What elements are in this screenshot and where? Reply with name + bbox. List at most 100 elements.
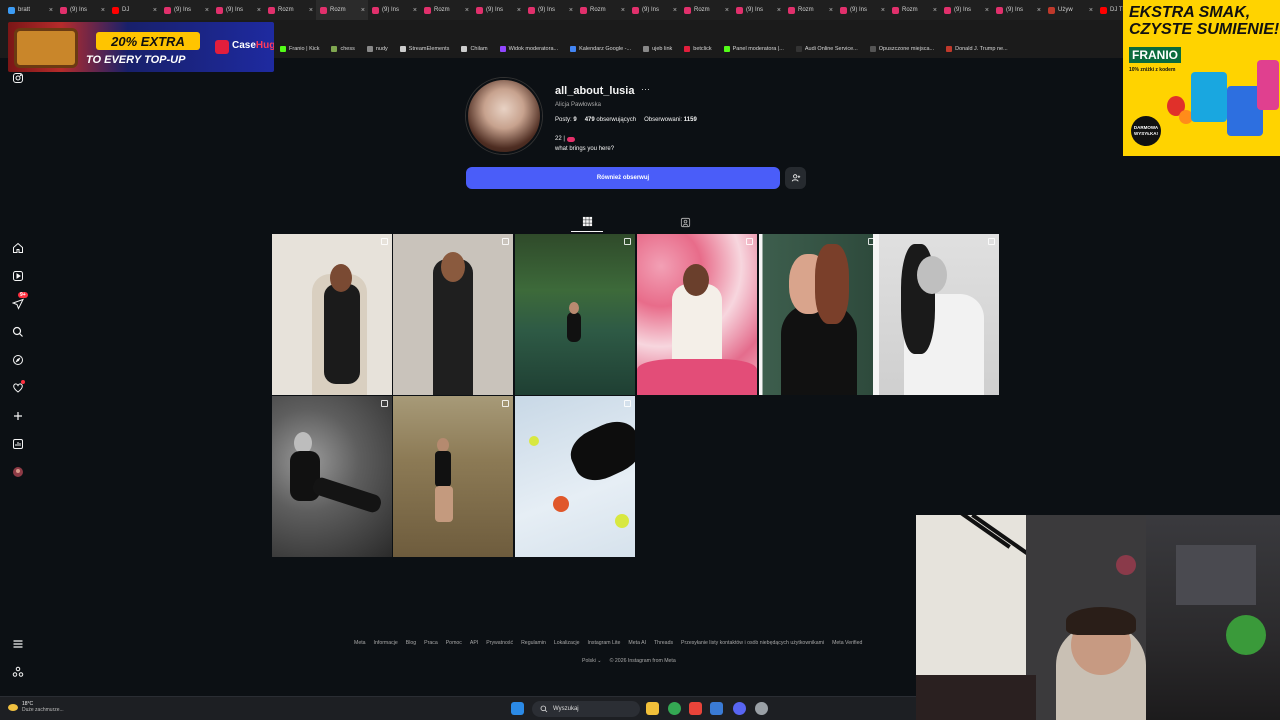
browser-tab[interactable]: DJ × [108, 0, 160, 20]
bookmark-item[interactable]: Opuszczone miejsca... [869, 46, 934, 52]
dashboard-icon[interactable] [10, 436, 26, 452]
browser-tab[interactable]: (9) Ins × [212, 0, 264, 20]
browser-tab[interactable]: Rozm × [784, 0, 836, 20]
close-tab-icon[interactable]: × [829, 7, 833, 14]
footer-link[interactable]: Instagram Lite [588, 640, 621, 646]
bookmark-item[interactable]: Donald J. Trump ne... [946, 46, 1008, 52]
post-thumbnail[interactable] [515, 234, 635, 395]
browser-tab[interactable]: Używ × [1044, 0, 1096, 20]
close-tab-icon[interactable]: × [465, 7, 469, 14]
browser-tab[interactable]: (9) Ins × [56, 0, 108, 20]
app-icon[interactable] [689, 702, 702, 715]
bookmark-item[interactable]: nudy [366, 46, 388, 52]
browser-tab[interactable]: (9) Ins × [940, 0, 992, 20]
footer-link[interactable]: Przesyłanie listy kontaktów i osób niebę… [681, 640, 824, 646]
post-thumbnail[interactable] [515, 396, 635, 557]
bookmark-item[interactable]: Panel moderatora |... [723, 46, 784, 52]
browser-tab[interactable]: (9) Ins × [368, 0, 420, 20]
suggested-users-button[interactable] [785, 167, 806, 189]
close-tab-icon[interactable]: × [881, 7, 885, 14]
casehug-ad-banner[interactable]: 20% EXTRA TO EVERY TOP-UP CaseHug [8, 22, 274, 72]
close-tab-icon[interactable]: × [1089, 7, 1093, 14]
more-options-icon[interactable]: ··· [641, 84, 650, 94]
following-stat[interactable]: 479 obserwujących [585, 117, 636, 123]
instagram-logo-icon[interactable] [10, 70, 26, 86]
bookmark-item[interactable]: StreamElements [399, 46, 449, 52]
footer-link[interactable]: Lokalizacje [554, 640, 580, 646]
browser-tab[interactable]: Rozm × [576, 0, 628, 20]
profile-avatar[interactable] [466, 78, 542, 154]
footer-link[interactable]: Pomoc [446, 640, 462, 646]
close-tab-icon[interactable]: × [777, 7, 781, 14]
menu-hamburger-icon[interactable] [10, 636, 26, 652]
bookmark-item[interactable]: chess [331, 46, 355, 52]
followers-stat[interactable]: Obserwowani: 1159 [644, 117, 697, 123]
browser-tab[interactable]: Rozm × [264, 0, 316, 20]
close-tab-icon[interactable]: × [361, 7, 365, 14]
reels-icon[interactable] [10, 268, 26, 284]
close-tab-icon[interactable]: × [569, 7, 573, 14]
browser-tab[interactable]: Rozm × [680, 0, 732, 20]
follow-back-button[interactable]: Również obserwuj [466, 167, 780, 189]
close-tab-icon[interactable]: × [205, 7, 209, 14]
windows-start-icon[interactable] [511, 702, 524, 715]
close-tab-icon[interactable]: × [257, 7, 261, 14]
footer-link[interactable]: Meta Verified [832, 640, 862, 646]
weather-widget[interactable]: 18°C Duże zachmurze... [8, 701, 64, 713]
post-thumbnail[interactable] [879, 234, 999, 395]
footer-link[interactable]: Threads [654, 640, 673, 646]
close-tab-icon[interactable]: × [1037, 7, 1041, 14]
browser-tab[interactable]: (9) Ins × [732, 0, 784, 20]
profile-avatar-icon[interactable] [10, 464, 26, 480]
bookmark-item[interactable]: Widok moderatora... [499, 46, 558, 52]
settings-gear-icon[interactable] [755, 702, 768, 715]
browser-tab[interactable]: (9) Ins × [524, 0, 576, 20]
footer-link[interactable]: Praca [424, 640, 438, 646]
browser-tab[interactable]: (9) Ins × [992, 0, 1044, 20]
browser-tab[interactable]: Rozm × [888, 0, 940, 20]
app-icon[interactable] [710, 702, 723, 715]
chrome-icon[interactable] [668, 702, 681, 715]
explore-compass-icon[interactable] [10, 352, 26, 368]
browser-tab[interactable]: bratt × [4, 0, 56, 20]
browser-tab[interactable]: (9) Ins × [836, 0, 888, 20]
close-tab-icon[interactable]: × [621, 7, 625, 14]
footer-link[interactable]: Prywatność [486, 640, 513, 646]
search-icon[interactable] [10, 324, 26, 340]
tab-tagged[interactable] [669, 212, 701, 232]
tab-posts-grid[interactable] [571, 212, 603, 232]
heart-notifications-icon[interactable] [10, 380, 26, 396]
post-thumbnail[interactable] [637, 234, 757, 395]
close-tab-icon[interactable]: × [725, 7, 729, 14]
bookmark-item[interactable]: Franio | Kick [280, 46, 319, 52]
browser-tab[interactable]: (9) Ins × [160, 0, 212, 20]
footer-link[interactable]: Regulamin [521, 640, 546, 646]
browser-tab[interactable]: Rozm × [420, 0, 472, 20]
bookmark-item[interactable]: Chilam [461, 46, 488, 52]
footer-link[interactable]: Meta [354, 640, 366, 646]
close-tab-icon[interactable]: × [309, 7, 313, 14]
meta-apps-icon[interactable] [10, 664, 26, 680]
browser-tab[interactable]: (9) Ins × [628, 0, 680, 20]
messages-icon[interactable]: 9+ [10, 292, 28, 312]
post-thumbnail[interactable] [393, 234, 513, 395]
bookmark-item[interactable]: Audi Online Service... [795, 46, 858, 52]
discord-icon[interactable] [733, 702, 746, 715]
footer-link[interactable]: Informacje [374, 640, 398, 646]
close-tab-icon[interactable]: × [517, 7, 521, 14]
language-selector[interactable]: Polski ⌄ [582, 658, 602, 664]
close-tab-icon[interactable]: × [49, 7, 53, 14]
file-explorer-icon[interactable] [646, 702, 659, 715]
bookmark-item[interactable]: ujeb link [643, 46, 672, 52]
browser-tab[interactable]: (9) Ins × [472, 0, 524, 20]
post-thumbnail[interactable] [759, 234, 879, 395]
close-tab-icon[interactable]: × [933, 7, 937, 14]
create-plus-icon[interactable] [10, 408, 26, 424]
browser-tab[interactable]: Rozm × [316, 0, 368, 20]
post-thumbnail[interactable] [393, 396, 513, 557]
footer-link[interactable]: API [470, 640, 478, 646]
franio-ad-banner[interactable]: EKSTRA SMAK, CZYSTE SUMIENIE! FRANIO 10% … [1123, 0, 1280, 156]
footer-link[interactable]: Blog [406, 640, 416, 646]
post-thumbnail[interactable] [272, 234, 392, 395]
taskbar-search[interactable]: Wyszukaj [532, 701, 640, 717]
